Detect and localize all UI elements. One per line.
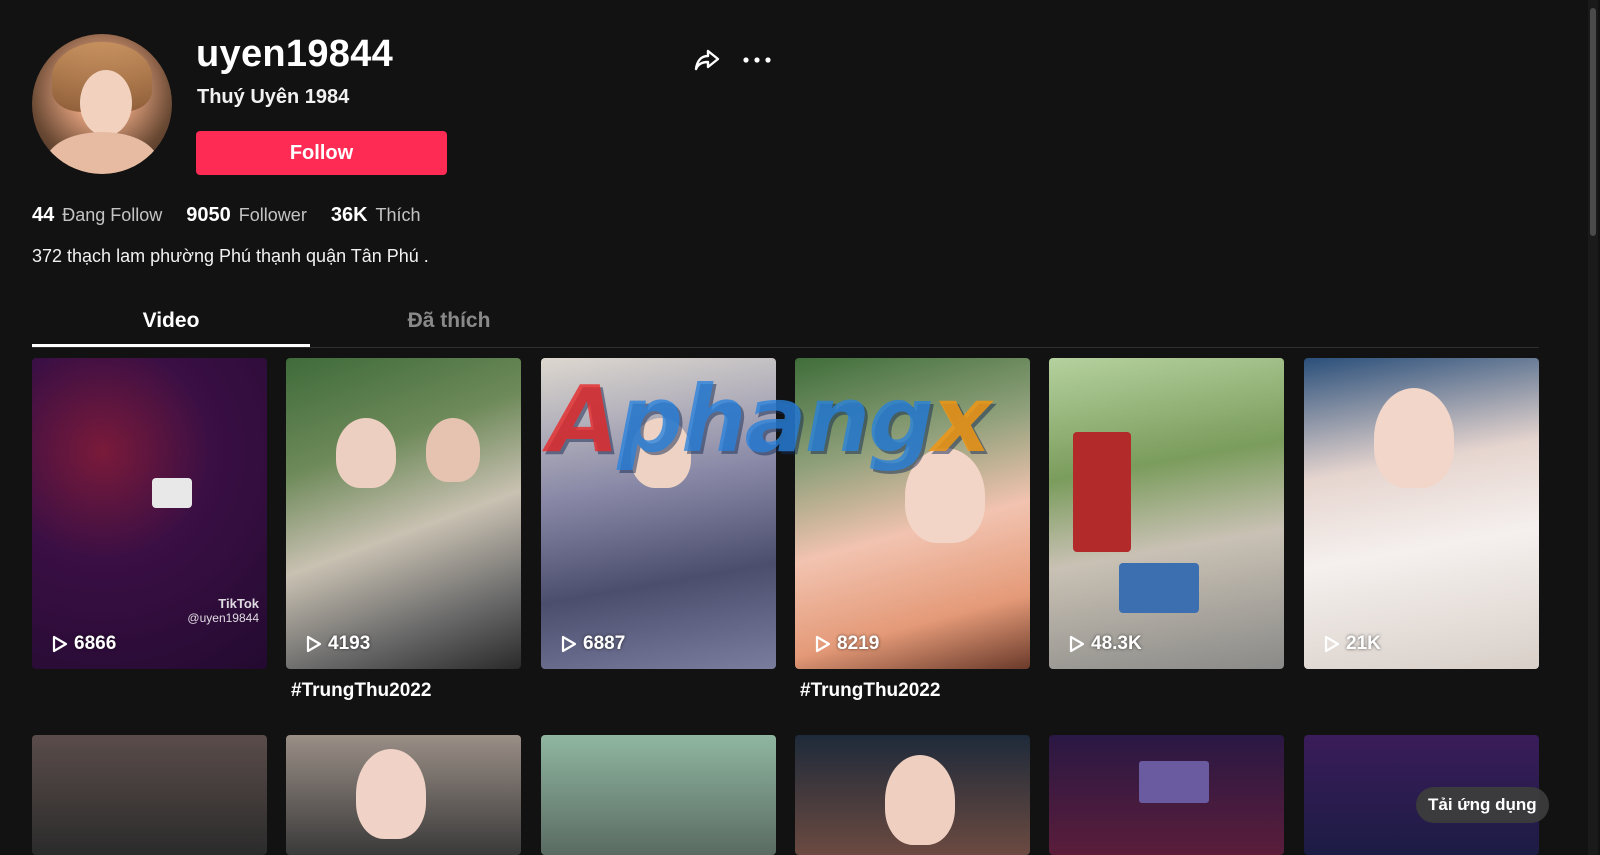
nickname: Thuý Uyên 1984 (197, 86, 350, 108)
stat-label: Thích (375, 205, 421, 225)
video-caption[interactable]: #TrungThu2022 (800, 680, 940, 702)
thumbnail-person (885, 755, 955, 845)
watermark-brand: TikTok (218, 596, 259, 611)
play-icon (306, 635, 322, 653)
video-card[interactable]: 6887 (541, 358, 776, 669)
tiktok-watermark: TikTok @uyen19844 (187, 596, 259, 625)
video-card[interactable]: 48.3K (1049, 358, 1284, 669)
more-icon[interactable] (741, 47, 773, 73)
username: uyen19844 (196, 33, 394, 75)
play-icon (815, 635, 831, 653)
thumbnail-person (336, 418, 396, 488)
tab-active-indicator (32, 344, 310, 347)
bio: 372 thạch lam phường Phú thạnh quận Tân … (32, 246, 429, 266)
get-app-button[interactable]: Tải ứng dụng (1416, 787, 1549, 823)
view-count: 21K (1324, 633, 1381, 655)
avatar-face (80, 70, 132, 136)
tab-liked[interactable]: Đã thích (310, 298, 588, 346)
view-count: 6866 (52, 633, 116, 655)
thumbnail-person (426, 418, 480, 482)
thumbnail-person (905, 448, 985, 543)
stat-value: 36K (330, 204, 368, 226)
view-count: 4193 (306, 633, 370, 655)
thumbnail-person (631, 418, 691, 488)
stat-following[interactable]: 44 Đang Follow (32, 204, 162, 227)
view-count: 6887 (561, 633, 625, 655)
thumbnail-screen (1139, 761, 1209, 803)
stat-likes: 36K Thích (331, 204, 421, 227)
video-card[interactable]: 21K (1304, 358, 1539, 669)
thumbnail-object (152, 478, 192, 508)
stat-value: 9050 (186, 204, 231, 226)
video-card[interactable] (1049, 735, 1284, 855)
view-count: 48.3K (1069, 633, 1142, 655)
profile-page: uyen19844 Thuý Uyên 1984 Follow 44 Đang … (0, 0, 1600, 855)
thumbnail-person (1374, 388, 1454, 488)
video-card[interactable]: 8219 (795, 358, 1030, 669)
stat-followers[interactable]: 9050 Follower (186, 204, 307, 227)
view-count: 8219 (815, 633, 879, 655)
video-card[interactable] (795, 735, 1030, 855)
tab-video[interactable]: Video (32, 298, 310, 346)
video-card[interactable] (541, 735, 776, 855)
thumbnail-sign (1073, 432, 1131, 552)
watermark-user: @uyen19844 (187, 611, 259, 625)
video-card[interactable]: 4193 (286, 358, 521, 669)
video-card[interactable] (286, 735, 521, 855)
thumbnail-object (1119, 563, 1199, 613)
play-icon (1069, 635, 1085, 653)
view-count-value: 4193 (328, 633, 371, 654)
play-icon (561, 635, 577, 653)
view-count-value: 48.3K (1091, 633, 1142, 654)
follow-button[interactable]: Follow (196, 131, 447, 175)
video-card[interactable]: TikTok @uyen19844 6866 (32, 358, 267, 669)
view-count-value: 8219 (837, 633, 880, 654)
view-count-value: 21K (1346, 633, 1381, 654)
view-count-value: 6887 (583, 633, 626, 654)
view-count-value: 6866 (74, 633, 117, 654)
stats-row: 44 Đang Follow 9050 Follower 36K Thích (32, 204, 445, 227)
scrollbar-thumb[interactable] (1590, 8, 1596, 236)
stat-label: Follower (238, 205, 307, 225)
tab-bar: Video Đã thích (32, 298, 1539, 348)
stat-label: Đang Follow (62, 205, 163, 225)
thumbnail-person (356, 749, 426, 839)
play-icon (1324, 635, 1340, 653)
play-icon (52, 635, 68, 653)
scrollbar[interactable] (1588, 0, 1598, 855)
avatar-shoulder (46, 132, 158, 174)
stat-value: 44 (32, 204, 55, 226)
video-card[interactable] (32, 735, 267, 855)
share-icon[interactable] (692, 45, 722, 75)
video-caption[interactable]: #TrungThu2022 (291, 680, 431, 702)
avatar[interactable] (32, 34, 172, 174)
